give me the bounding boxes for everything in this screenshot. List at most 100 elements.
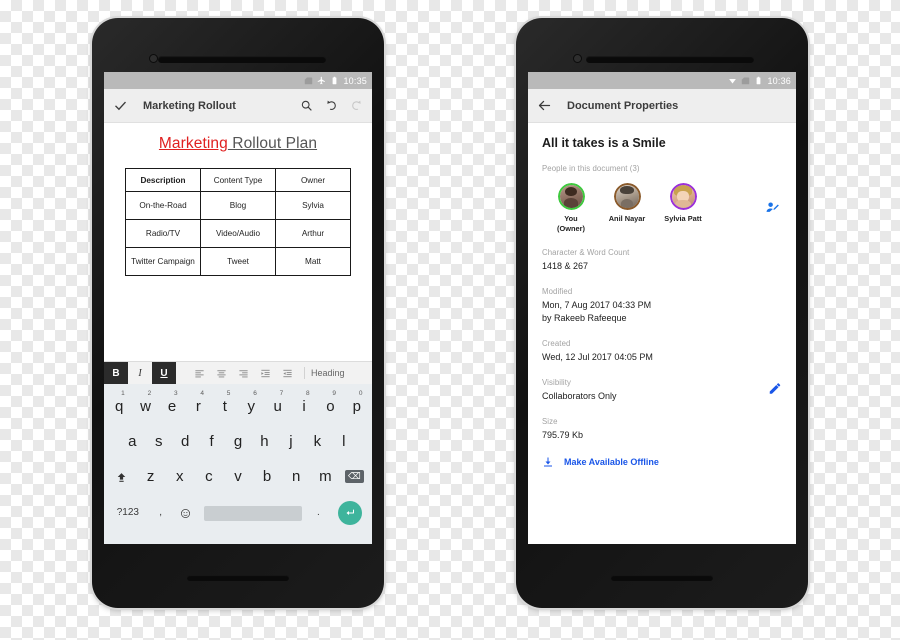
backspace-glyph: ⌫	[344, 470, 364, 483]
key-v[interactable]: v	[223, 469, 252, 484]
person-sylvia-patt[interactable]: Sylvia Patt	[662, 183, 704, 224]
backspace-icon[interactable]: ⌫	[340, 470, 369, 483]
person-you[interactable]: You (Owner)	[550, 183, 592, 234]
wifi-icon	[729, 79, 737, 84]
cell-owner: Sylvia	[275, 191, 351, 220]
add-person-icon[interactable]	[765, 200, 780, 220]
space-key[interactable]	[199, 505, 306, 521]
document-heading-red: Marketing	[158, 135, 228, 152]
status-bar-left: 10:35	[104, 72, 372, 89]
phone-device-left: 10:35 Marketing Rollout Marketing Rollou…	[92, 18, 384, 608]
key-num: 5	[226, 390, 231, 397]
field-label: Created	[542, 339, 571, 349]
key-g[interactable]: g	[225, 434, 251, 449]
app-bar-right: Document Properties	[528, 89, 796, 123]
search-icon[interactable]	[300, 99, 313, 112]
document-name: All it takes is a Smile	[542, 136, 666, 150]
status-bar-time: 10:35	[343, 75, 367, 86]
italic-button[interactable]: I	[128, 362, 152, 384]
check-icon[interactable]	[113, 98, 128, 113]
document-canvas[interactable]: Marketing Rollout Plan Description Conte…	[104, 123, 372, 361]
symbols-key[interactable]: ?123	[107, 508, 149, 518]
key-a[interactable]: a	[119, 434, 145, 449]
cell-description: Twitter Campaign	[125, 247, 201, 276]
shift-icon[interactable]	[107, 469, 136, 484]
key-x[interactable]: x	[165, 469, 194, 484]
person-name: You (Owner)	[550, 214, 592, 234]
align-left-icon[interactable]	[188, 362, 210, 384]
key-label: q	[115, 398, 124, 415]
arrow-back-icon[interactable]	[537, 98, 552, 113]
key-j[interactable]: j	[278, 434, 304, 449]
undo-icon[interactable]	[325, 99, 338, 112]
key-l[interactable]: l	[331, 434, 357, 449]
key-b[interactable]: b	[253, 469, 282, 484]
key-c[interactable]: c	[194, 469, 223, 484]
key-d[interactable]: d	[172, 434, 198, 449]
key-k[interactable]: k	[304, 434, 330, 449]
keyboard-row-1: 1q 2w 3e 4r 5t 6y 7u 8i 9o 0p	[104, 389, 372, 424]
underline-button[interactable]: U	[152, 362, 176, 384]
make-available-offline-button[interactable]: Make Available Offline	[542, 456, 782, 468]
avatar-status-ring	[613, 183, 641, 210]
indent-decrease-icon[interactable]	[254, 362, 276, 384]
avatar	[613, 183, 641, 210]
key-e[interactable]: 3e	[159, 390, 185, 414]
comma-key[interactable]: ,	[149, 508, 173, 518]
key-i[interactable]: 8i	[291, 390, 317, 415]
document-table[interactable]: Description Content Type Owner On-the-Ro…	[125, 168, 351, 276]
table-header-description: Description	[125, 168, 201, 192]
bold-button[interactable]: B	[104, 362, 128, 384]
key-y[interactable]: 6y	[238, 390, 264, 414]
page-title: Document Properties	[567, 99, 679, 112]
keyboard-row-4: ?123 , .	[104, 494, 372, 532]
cell-content-type: Video/Audio	[200, 219, 276, 248]
key-n[interactable]: n	[282, 469, 311, 484]
table-header-owner: Owner	[275, 168, 351, 192]
indent-increase-icon[interactable]	[276, 362, 298, 384]
people-label: People in this document (3)	[542, 164, 640, 173]
key-q[interactable]: 1q	[106, 390, 132, 415]
field-created: Created Wed, 12 Jul 2017 04:05 PM	[542, 339, 782, 364]
table-header-content-type: Content Type	[200, 168, 276, 192]
toolbar-gap	[176, 362, 188, 384]
paragraph-style-label[interactable]: Heading	[311, 362, 345, 384]
key-z[interactable]: z	[136, 469, 165, 484]
key-r[interactable]: 4r	[185, 390, 211, 414]
key-num: 3	[173, 390, 178, 397]
emoji-icon[interactable]	[173, 506, 200, 521]
on-screen-keyboard[interactable]: 1q 2w 3e 4r 5t 6y 7u 8i 9o 0p a s d f g …	[104, 384, 372, 544]
pencil-edit-icon[interactable]	[768, 381, 782, 400]
format-toolbar: B I U Heading	[104, 361, 372, 384]
person-anil-nayar[interactable]: Anil Nayar	[606, 183, 648, 224]
key-o[interactable]: 9o	[317, 390, 343, 414]
download-offline-icon	[544, 457, 552, 467]
key-m[interactable]: m	[311, 469, 340, 484]
key-u[interactable]: 7u	[264, 390, 290, 415]
period-key[interactable]: .	[306, 508, 330, 518]
key-h[interactable]: h	[251, 434, 277, 449]
offline-label: Make Available Offline	[564, 457, 659, 468]
key-num: 2	[147, 390, 152, 397]
screen-left: 10:35 Marketing Rollout Marketing Rollou…	[104, 72, 372, 544]
battery-icon	[757, 76, 761, 85]
key-s[interactable]: s	[145, 434, 171, 449]
document-heading: Marketing Rollout Plan	[104, 135, 372, 153]
sim-icon	[742, 77, 750, 85]
front-camera-icon	[149, 54, 158, 63]
key-t[interactable]: 5t	[212, 390, 238, 414]
key-label: i	[302, 398, 306, 415]
table-header-row: Description Content Type Owner	[125, 168, 351, 192]
key-f[interactable]: f	[198, 434, 224, 449]
enter-icon[interactable]	[330, 501, 369, 525]
document-properties-panel: All it takes is a Smile People in this d…	[528, 123, 796, 544]
keyboard-row-2: a s d f g h j k l	[104, 424, 372, 459]
field-label: Size	[542, 417, 558, 427]
key-w[interactable]: 2w	[132, 390, 158, 414]
key-label: u	[273, 398, 282, 415]
redo-icon[interactable]	[350, 99, 363, 112]
key-p[interactable]: 0p	[344, 390, 370, 414]
align-right-icon[interactable]	[232, 362, 254, 384]
avatar	[669, 183, 697, 210]
align-center-icon[interactable]	[210, 362, 232, 384]
